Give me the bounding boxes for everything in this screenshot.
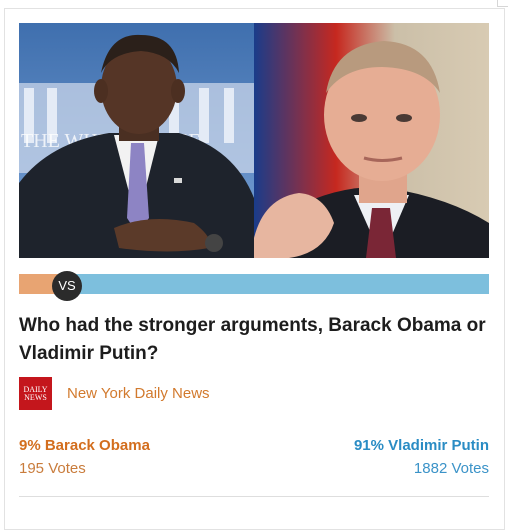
poll-question: Who had the stronger arguments, Barack O… (19, 315, 486, 364)
left-candidate-photo[interactable]: THE WHITE HOUSE (19, 23, 254, 258)
left-result-votes: 195 Votes (19, 460, 86, 477)
right-candidate-photo[interactable] (254, 23, 489, 258)
card-divider (19, 496, 489, 497)
vote-split-bar (19, 274, 489, 294)
logo-line-2: NEWS (24, 392, 47, 402)
left-result-title: 9% Barack Obama (19, 437, 150, 454)
source-name-link[interactable]: New York Daily News (67, 385, 210, 402)
poll-photos: THE WHITE HOUSE (19, 23, 489, 258)
daily-news-logo: DAILY NEWS (19, 377, 52, 410)
corner-divider (497, 0, 508, 7)
vs-badge: VS (52, 271, 82, 301)
left-result[interactable]: 9% Barack Obama 195 Votes (19, 436, 150, 479)
poll-source[interactable]: DAILY NEWS New York Daily News (19, 377, 210, 410)
right-result-title: 91% Vladimir Putin (353, 437, 489, 454)
right-result-votes: 1882 Votes (413, 460, 489, 477)
right-vote-share (61, 274, 489, 294)
right-result[interactable]: 91% Vladimir Putin 1882 Votes (354, 436, 489, 479)
